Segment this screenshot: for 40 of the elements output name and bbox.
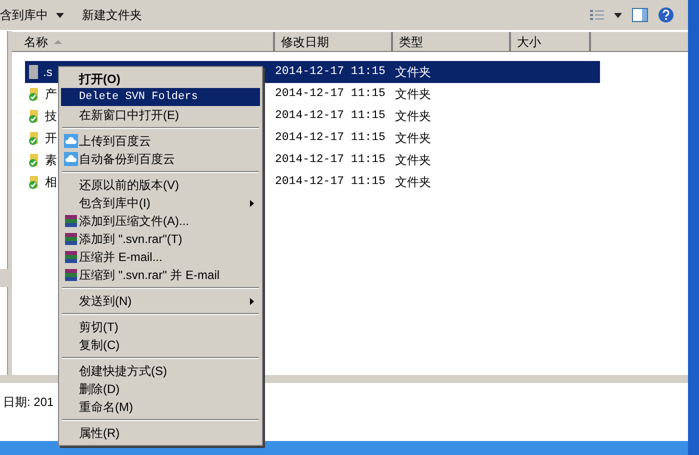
column-header[interactable]: 大小 xyxy=(511,32,591,52)
menu-item[interactable]: 添加到 ".svn.rar"(T) xyxy=(61,230,260,248)
menu-item[interactable]: Delete SVN Folders xyxy=(61,88,260,106)
menu-item[interactable]: 添加到压缩文件(A)... xyxy=(61,212,260,230)
preview-pane-icon[interactable] xyxy=(632,8,648,22)
menu-item[interactable]: 重命名(M) xyxy=(61,398,260,416)
books-icon xyxy=(64,214,78,228)
caret-icon[interactable] xyxy=(614,12,622,18)
menu-item[interactable]: 属性(R) xyxy=(61,424,260,442)
menu-item[interactable]: 在新窗口中打开(E) xyxy=(61,106,260,124)
menu-item[interactable]: 打开(O) xyxy=(61,70,260,88)
column-header[interactable]: 修改日期 xyxy=(275,32,393,52)
menu-item[interactable]: 发送到(N) xyxy=(61,292,260,310)
menu-item[interactable]: 删除(D) xyxy=(61,380,260,398)
include-in-library-button[interactable]: 含到库中 xyxy=(0,3,64,27)
books-icon xyxy=(64,250,78,264)
date-cell: 2014-12-17 11:15 xyxy=(275,61,395,83)
view-list-icon[interactable] xyxy=(590,9,604,21)
details-text: 日期: 201 xyxy=(3,395,54,409)
new-folder-button[interactable]: 新建文件夹 xyxy=(78,3,146,27)
books-icon xyxy=(64,268,78,282)
column-header[interactable]: 名称 xyxy=(12,32,275,52)
menu-item[interactable]: 复制(C) xyxy=(61,336,260,354)
menu-item[interactable]: 创建快捷方式(S) xyxy=(61,362,260,380)
column-header[interactable]: 类型 xyxy=(393,32,511,52)
menu-item[interactable]: 压缩并 E-mail... xyxy=(61,248,260,266)
folder-icon xyxy=(27,64,41,80)
menu-item[interactable]: 剪切(T) xyxy=(61,318,260,336)
books-icon xyxy=(64,232,78,246)
menu-item[interactable]: 自动备份到百度云 xyxy=(61,150,260,168)
menu-item[interactable]: 还原以前的版本(V) xyxy=(61,176,260,194)
menu-item[interactable]: 包含到库中(I) xyxy=(61,194,260,212)
menu-item[interactable]: 压缩到 ".svn.rar" 并 E-mail xyxy=(61,266,260,284)
cloud-icon xyxy=(64,134,78,148)
type-cell: 文件夹 xyxy=(395,61,600,83)
file-name-cell[interactable]: .s xyxy=(25,61,62,83)
caret-icon xyxy=(56,12,64,18)
menu-item[interactable]: 上传到百度云 xyxy=(61,132,260,150)
help-icon[interactable] xyxy=(658,7,674,23)
cloud-icon xyxy=(64,152,78,166)
